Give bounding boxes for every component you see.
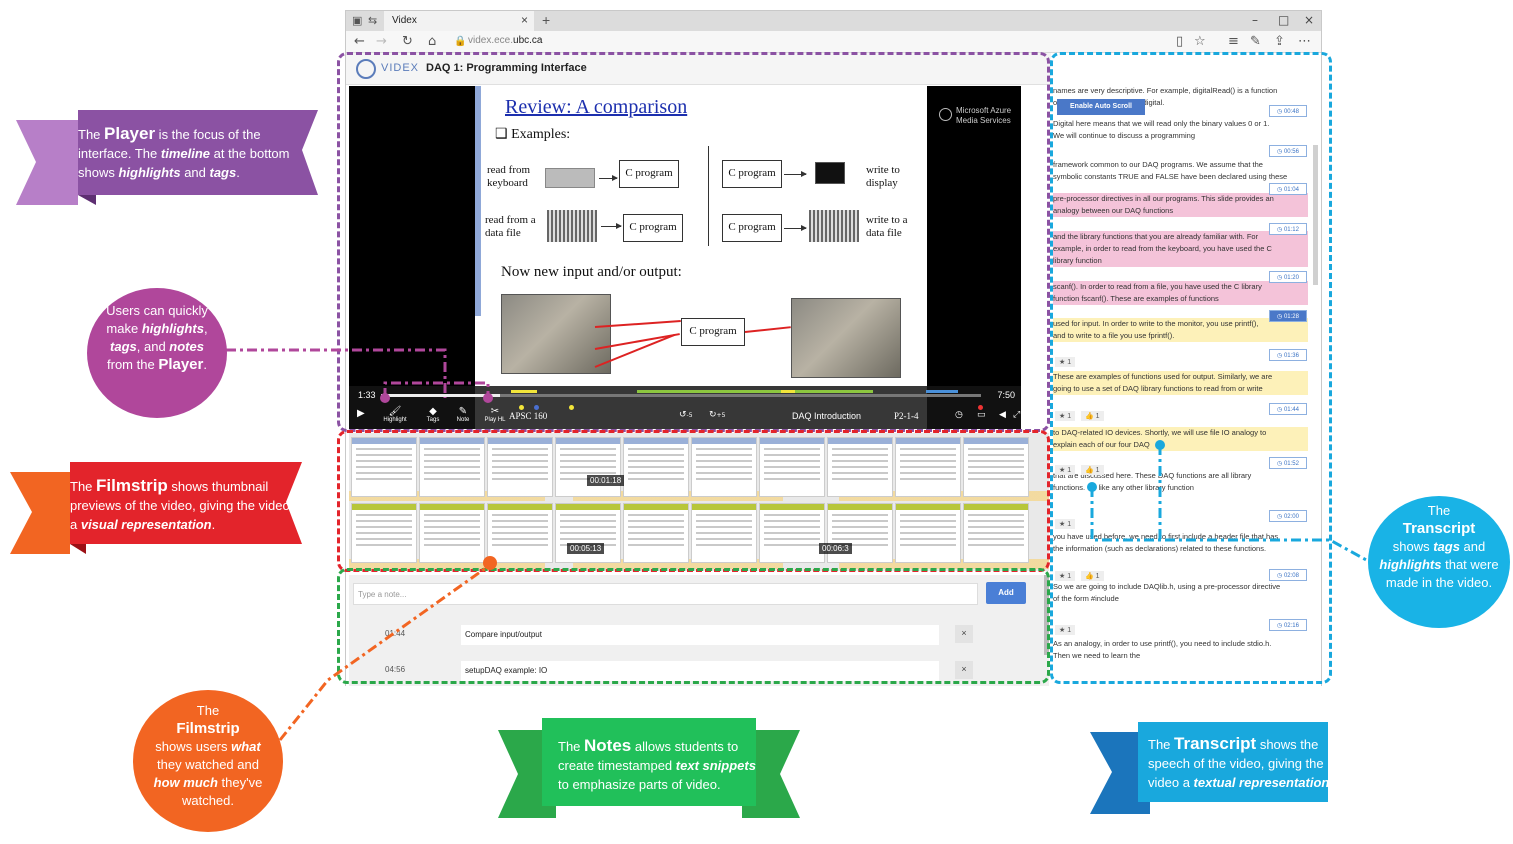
transcript-tags-callout: The Transcript shows tags and highlights… xyxy=(1368,496,1510,628)
filmstrip-watched-callout: The Filmstrip shows users what they watc… xyxy=(133,690,283,832)
notes-callout-text: The Notes allows students to create time… xyxy=(558,736,756,792)
filmstrip-callout-text: The Filmstrip shows thumbnail previews o… xyxy=(70,476,290,532)
player-callout: The Player is the focus of the interface… xyxy=(16,110,318,205)
transcript-callout: The Transcript shows the speech of the v… xyxy=(1090,722,1358,814)
buttons-bracket xyxy=(383,381,490,398)
filmstrip-connector xyxy=(278,563,491,741)
notes-callout: The Notes allows students to create time… xyxy=(498,718,800,820)
connector-dot xyxy=(1155,440,1165,450)
users-connector xyxy=(226,348,447,398)
connector-dot xyxy=(483,556,497,570)
player-callout-text: The Player is the focus of the interface… xyxy=(78,124,290,180)
connector-dot xyxy=(483,393,493,403)
transcript-callout-text: The Transcript shows the speech of the v… xyxy=(1148,734,1333,790)
filmstrip-callout: The Filmstrip shows thumbnail previews o… xyxy=(10,462,302,554)
annotated-screenshot: ▣ ⇆ Videx × + – □ × ← → ↻ ⌂ 🔒 videx.ece.… xyxy=(0,0,1513,844)
connector-dot xyxy=(380,393,390,403)
transcript-connector xyxy=(1090,487,1371,564)
users-callout: Users can quickly make highlights, tags,… xyxy=(87,288,227,418)
connector-dot xyxy=(1087,482,1097,492)
